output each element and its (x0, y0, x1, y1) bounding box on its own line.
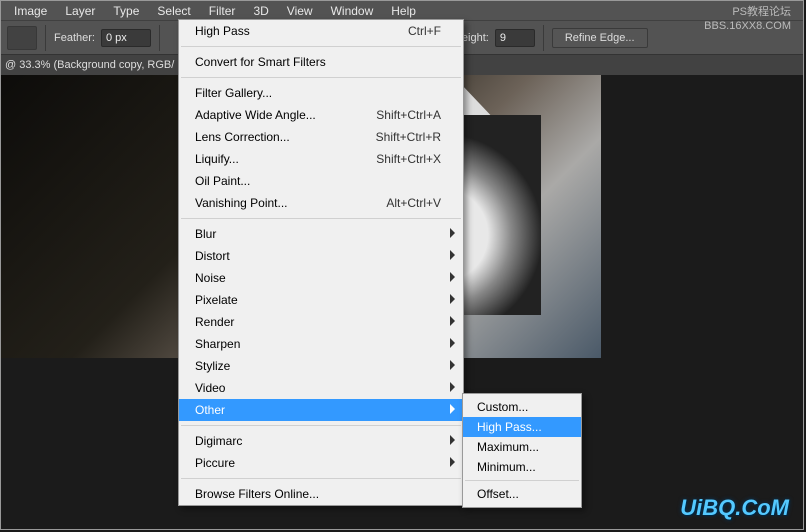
menu-item-lens-correction[interactable]: Lens Correction... Shift+Ctrl+R (179, 126, 463, 148)
menu-item-video[interactable]: Video (179, 377, 463, 399)
menu-item-sharpen[interactable]: Sharpen (179, 333, 463, 355)
menu-item-high-pass[interactable]: High Pass Ctrl+F (179, 20, 463, 42)
menu-item-label: Blur (195, 227, 216, 241)
menu-item-vanishing-point[interactable]: Vanishing Point... Alt+Ctrl+V (179, 192, 463, 214)
menu-separator (181, 46, 461, 47)
menu-3d[interactable]: 3D (244, 2, 277, 20)
other-submenu: Custom...High Pass...Maximum...Minimum..… (462, 393, 582, 508)
menu-item-label: Filter Gallery... (195, 86, 272, 100)
menu-image[interactable]: Image (5, 2, 56, 20)
menu-item-blur[interactable]: Blur (179, 223, 463, 245)
separator (45, 25, 46, 51)
menu-separator (181, 425, 461, 426)
submenu-item-maximum[interactable]: Maximum... (463, 437, 581, 457)
watermark-bottom: UiBQ.CoM (680, 495, 789, 521)
chevron-right-icon (450, 360, 455, 370)
menu-window[interactable]: Window (322, 2, 383, 20)
chevron-right-icon (450, 457, 455, 467)
menu-help[interactable]: Help (382, 2, 425, 20)
menu-bar: ImageLayerTypeSelectFilter3DViewWindowHe… (1, 1, 803, 20)
menu-item-label: Convert for Smart Filters (195, 55, 326, 69)
chevron-right-icon (450, 338, 455, 348)
chevron-right-icon (450, 294, 455, 304)
refine-edge-button[interactable]: Refine Edge... (552, 28, 648, 48)
height-input[interactable]: 9 (495, 29, 535, 47)
menu-item-label: Digimarc (195, 434, 242, 448)
menu-layer[interactable]: Layer (56, 2, 104, 20)
menu-item-label: Pixelate (195, 293, 238, 307)
menu-item-label: Lens Correction... (195, 130, 290, 144)
chevron-right-icon (450, 316, 455, 326)
submenu-item-high-pass[interactable]: High Pass... (463, 417, 581, 437)
menu-item-other[interactable]: Other (179, 399, 463, 421)
menu-item-shortcut: Shift+Ctrl+R (376, 130, 441, 144)
menu-item-label: Liquify... (195, 152, 239, 166)
menu-separator (181, 77, 461, 78)
menu-item-shortcut: Ctrl+F (408, 24, 441, 38)
submenu-item-minimum[interactable]: Minimum... (463, 457, 581, 477)
menu-select[interactable]: Select (148, 2, 199, 20)
menu-item-label: Browse Filters Online... (195, 487, 319, 501)
menu-item-browse-filters-online[interactable]: Browse Filters Online... (179, 483, 463, 505)
menu-item-shortcut: Shift+Ctrl+A (376, 108, 441, 122)
separator (159, 25, 160, 51)
chevron-right-icon (450, 382, 455, 392)
chevron-right-icon (450, 228, 455, 238)
menu-item-convert-for-smart-filters[interactable]: Convert for Smart Filters (179, 51, 463, 73)
menu-filter[interactable]: Filter (200, 2, 245, 20)
menu-item-piccure[interactable]: Piccure (179, 452, 463, 474)
menu-item-label: Oil Paint... (195, 174, 250, 188)
menu-item-filter-gallery[interactable]: Filter Gallery... (179, 82, 463, 104)
watermark-top: PS教程论坛 BBS.16XX8.COM (704, 5, 791, 33)
menu-item-label: Piccure (195, 456, 235, 470)
menu-item-label: Sharpen (195, 337, 240, 351)
feather-label: Feather: (54, 32, 95, 44)
menu-item-stylize[interactable]: Stylize (179, 355, 463, 377)
menu-item-render[interactable]: Render (179, 311, 463, 333)
feather-input[interactable]: 0 px (101, 29, 151, 47)
menu-item-liquify[interactable]: Liquify... Shift+Ctrl+X (179, 148, 463, 170)
menu-view[interactable]: View (278, 2, 322, 20)
menu-item-oil-paint[interactable]: Oil Paint... (179, 170, 463, 192)
menu-item-label: High Pass (195, 24, 250, 38)
submenu-item-offset[interactable]: Offset... (463, 484, 581, 504)
menu-item-label: Adaptive Wide Angle... (195, 108, 316, 122)
menu-item-label: Stylize (195, 359, 230, 373)
document-tab-label: @ 33.3% (Background copy, RGB/ (5, 59, 174, 71)
menu-item-label: Other (195, 403, 225, 417)
menu-type[interactable]: Type (104, 2, 148, 20)
menu-separator (181, 478, 461, 479)
menu-item-shortcut: Shift+Ctrl+X (376, 152, 441, 166)
filter-menu-dropdown: High Pass Ctrl+F Convert for Smart Filters… (178, 19, 464, 506)
menu-item-label: Noise (195, 271, 226, 285)
menu-separator (181, 218, 461, 219)
watermark-line: PS教程论坛 (704, 5, 791, 19)
menu-item-label: Vanishing Point... (195, 196, 288, 210)
menu-item-label: Render (195, 315, 234, 329)
chevron-right-icon (450, 435, 455, 445)
menu-item-shortcut: Alt+Ctrl+V (386, 196, 441, 210)
menu-item-noise[interactable]: Noise (179, 267, 463, 289)
menu-item-distort[interactable]: Distort (179, 245, 463, 267)
menu-separator (465, 480, 579, 481)
chevron-right-icon (450, 404, 455, 414)
chevron-right-icon (450, 272, 455, 282)
menu-item-pixelate[interactable]: Pixelate (179, 289, 463, 311)
menu-item-label: Distort (195, 249, 230, 263)
menu-item-label: Video (195, 381, 225, 395)
chevron-right-icon (450, 250, 455, 260)
tool-icon[interactable] (7, 26, 37, 50)
submenu-item-custom[interactable]: Custom... (463, 397, 581, 417)
separator (543, 25, 544, 51)
watermark-line: BBS.16XX8.COM (704, 19, 791, 33)
menu-item-adaptive-wide-angle[interactable]: Adaptive Wide Angle... Shift+Ctrl+A (179, 104, 463, 126)
menu-item-digimarc[interactable]: Digimarc (179, 430, 463, 452)
